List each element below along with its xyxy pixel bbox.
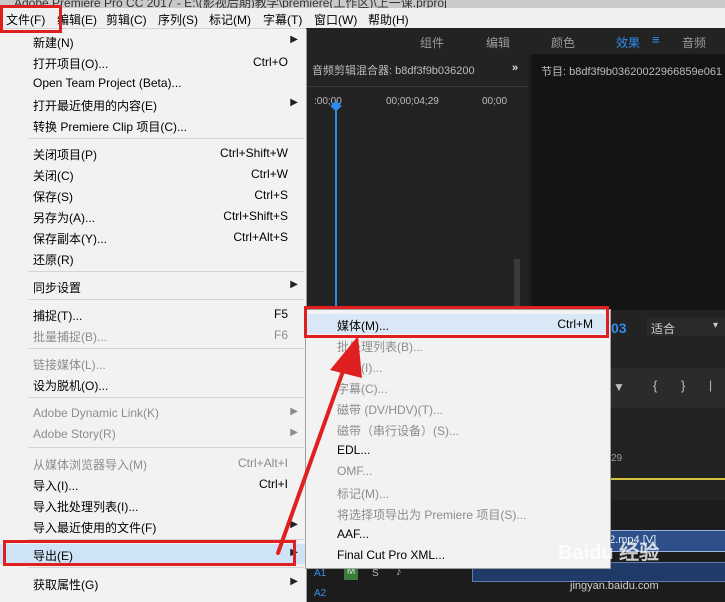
watermark-url: jingyan.baidu.com [570, 580, 659, 592]
baidu-jingyan-logo: Baidu 经验 [558, 542, 660, 564]
annotation-arrow [276, 336, 362, 555]
